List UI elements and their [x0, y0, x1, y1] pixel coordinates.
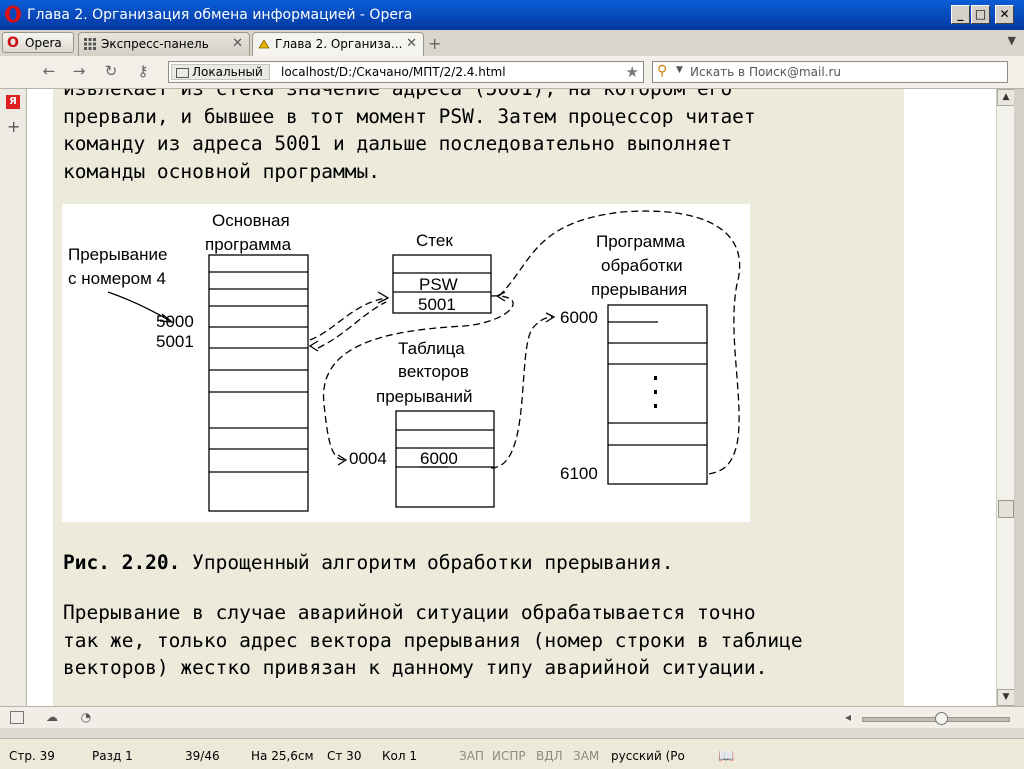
text-line: векторов) жестко привязан к данному типу… — [63, 656, 768, 679]
word-status-bar: Стр. 39 Разд 1 39/46 На 25,6см Ст 30 Кол… — [0, 738, 1024, 769]
new-tab-icon[interactable]: + — [428, 34, 441, 53]
label-handler-2: обработки — [601, 256, 683, 275]
bookmark-star-icon[interactable]: ★ — [626, 63, 639, 81]
tab-menu-icon[interactable]: ▼ — [1008, 34, 1016, 47]
label-stack: Стек — [416, 231, 453, 250]
opera-menu-label: Opera — [25, 36, 62, 50]
zoom-slider-knob[interactable] — [935, 712, 948, 725]
address-field[interactable]: Локальный localhost/D:/Скачано/МПТ/2/2.4… — [168, 61, 644, 83]
yandex-icon[interactable]: Я — [6, 95, 20, 109]
label-handler-1: Программа — [596, 232, 686, 251]
addr-5001: 5001 — [156, 332, 194, 351]
side-panel: Я + — [0, 89, 27, 706]
cloud-icon[interactable]: ☁ — [44, 710, 60, 724]
label-int-1: Прерывание — [68, 245, 167, 264]
back-icon[interactable]: ← — [38, 62, 60, 82]
key-icon[interactable]: ⚷ — [132, 62, 154, 82]
vertical-scrollbar[interactable]: ▲ ▼ — [996, 89, 1015, 706]
text-line: прервали, и бывшее в тот момент PSW. Зат… — [63, 104, 756, 128]
add-panel-icon[interactable]: + — [7, 117, 20, 136]
label-table-3: прерываний — [376, 387, 472, 406]
status-pages: 39/46 — [185, 749, 220, 763]
title-bar[interactable]: Глава 2. Организация обмена информацией … — [0, 0, 1024, 30]
window-title: Глава 2. Организация обмена информацией … — [27, 7, 413, 23]
text-line: Прерывание в случае аварийной ситуации о… — [63, 601, 756, 624]
local-badge[interactable]: Локальный — [171, 64, 270, 80]
paragraph-2: Прерывание в случае аварийной ситуации о… — [63, 599, 867, 682]
label-table-1: Таблица — [398, 339, 465, 358]
addr-6000: 6000 — [560, 308, 598, 327]
search-field[interactable]: ⚲ ▼ Искать в Поиск@mail.ru — [652, 61, 1008, 83]
url-text[interactable]: localhost/D:/Скачано/МПТ/2/2.4.html — [281, 65, 506, 79]
page-favicon-icon — [258, 39, 270, 49]
chevron-down-icon[interactable]: ▼ — [676, 65, 683, 75]
close-button[interactable]: ✕ — [995, 5, 1014, 24]
close-tab-icon[interactable]: ✕ — [406, 36, 417, 51]
label-table-2: векторов — [398, 362, 469, 381]
page-viewport[interactable]: извлекает из стека значение адреса (5001… — [27, 89, 996, 706]
addr-0004: 0004 — [349, 449, 387, 468]
status-col: Кол 1 — [382, 749, 417, 763]
text-line: команду из адреса 5001 и дальше последов… — [63, 132, 733, 155]
label-main-2: программа — [205, 235, 292, 254]
status-language[interactable]: русский (Ро — [611, 749, 685, 763]
tab-label: Глава 2. Организа... — [275, 37, 403, 51]
status-trk[interactable]: ИСПР — [492, 749, 526, 763]
scroll-down-icon[interactable]: ▼ — [997, 689, 1015, 706]
status-page: Стр. 39 — [9, 749, 55, 763]
status-section: Разд 1 — [92, 749, 133, 763]
maximize-button[interactable]: □ — [971, 5, 990, 24]
table-6000: 6000 — [420, 449, 458, 468]
stack-5001: 5001 — [418, 295, 456, 314]
status-ext[interactable]: ВДЛ — [536, 749, 563, 763]
forward-icon[interactable]: → — [68, 62, 90, 82]
status-ovr[interactable]: ЗАМ — [573, 749, 599, 763]
opera-logo-icon — [5, 5, 21, 23]
browser-status-bar: ☁ ◔ ◂ — [0, 706, 1024, 729]
caption-text: Упрощенный алгоритм обработки прерывания… — [192, 551, 674, 574]
zoom-slider[interactable] — [862, 712, 1010, 725]
status-line: Ст 30 — [327, 749, 362, 763]
label-main-1: Основная — [212, 211, 290, 230]
tab-bar: O Opera Экспресс-панель ✕ Глава 2. Орган… — [0, 30, 1024, 57]
tab-chapter2[interactable]: Глава 2. Организа... ✕ — [252, 32, 424, 57]
paragraph-1: извлекает из стека значение адреса (5001… — [63, 89, 867, 185]
view-icon[interactable]: ◂ — [840, 710, 856, 724]
minimize-button[interactable]: _ — [951, 5, 970, 24]
speedometer-icon[interactable]: ◔ — [78, 710, 94, 724]
scroll-up-icon[interactable]: ▲ — [997, 89, 1015, 106]
opera-menu-button[interactable]: O Opera — [2, 32, 74, 53]
reload-icon[interactable]: ↻ — [100, 62, 122, 82]
panel-toggle-icon[interactable] — [10, 711, 24, 724]
label-int-2: с номером 4 — [68, 269, 166, 288]
label-handler-3: прерывания — [591, 280, 687, 299]
navigation-bar: ← → ↻ ⚷ Локальный localhost/D:/Скачано/М… — [0, 56, 1024, 89]
close-tab-icon[interactable]: ✕ — [232, 36, 243, 51]
search-engine-icon[interactable]: ⚲ — [657, 63, 667, 79]
stack-psw: PSW — [419, 275, 458, 294]
taskbar-ghost-strip — [0, 728, 1024, 738]
caption-number: Рис. 2.20. — [63, 551, 181, 574]
search-placeholder: Искать в Поиск@mail.ru — [690, 65, 842, 79]
addr-6100: 6100 — [560, 464, 598, 483]
text-line: так же, только адрес вектора прерывания … — [63, 628, 803, 652]
window-edge — [1014, 89, 1024, 706]
grid-icon — [84, 38, 96, 50]
text-line: извлекает из стека значение адреса (5001… — [63, 89, 867, 103]
text-line: команды основной программы. — [63, 159, 380, 183]
figure-caption: Рис. 2.20. Упрощенный алгоритм обработки… — [63, 549, 674, 577]
status-rec[interactable]: ЗАП — [459, 749, 484, 763]
scroll-thumb[interactable] — [998, 500, 1014, 518]
tab-label: Экспресс-панель — [101, 37, 209, 51]
opera-o-icon: O — [7, 35, 19, 51]
spelling-book-icon[interactable]: 📖 — [718, 749, 734, 764]
tab-speed-dial[interactable]: Экспресс-панель ✕ — [78, 32, 250, 56]
local-badge-label: Локальный — [192, 65, 263, 79]
monitor-icon — [176, 68, 189, 78]
status-at: На 25,6см — [251, 749, 314, 763]
interrupt-diagram: Основная программа Прерывание с номером … — [62, 204, 750, 522]
document-content: извлекает из стека значение адреса (5001… — [53, 89, 904, 706]
